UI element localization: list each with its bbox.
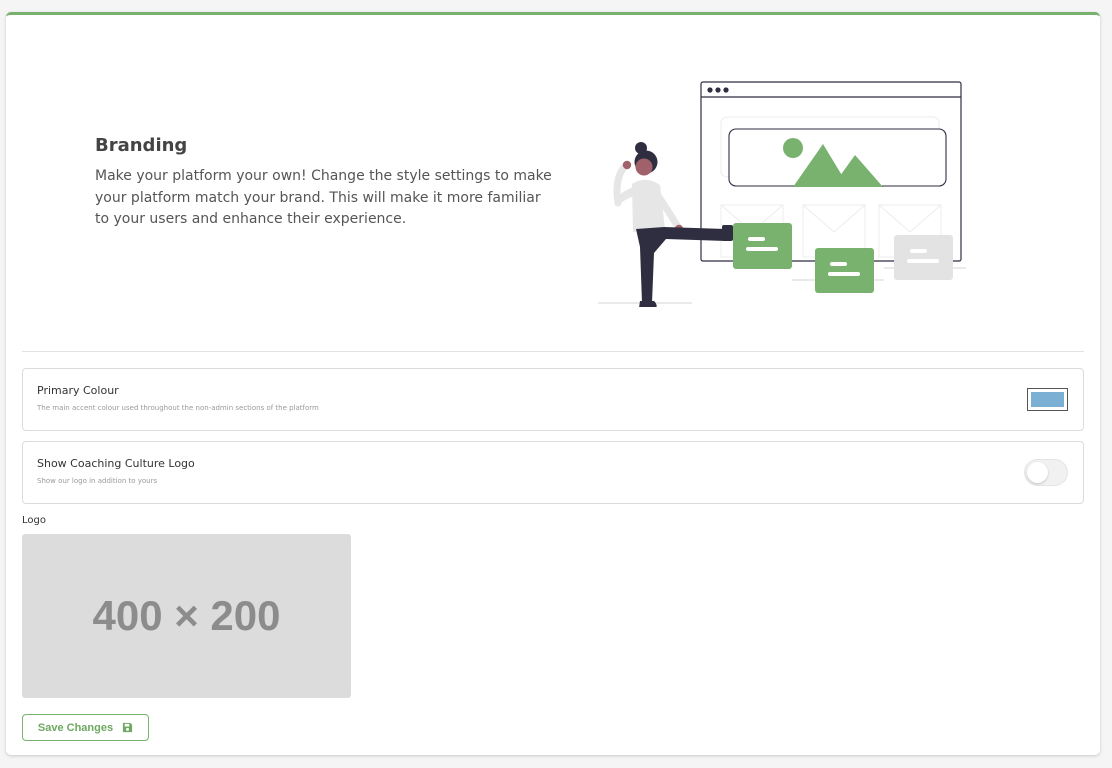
show-logo-subtitle: Show our logo in addition to yours <box>37 477 158 485</box>
logo-upload[interactable]: 400 × 200 <box>22 534 351 698</box>
section-divider <box>22 351 1084 352</box>
page-description: Make your platform your own! Change the … <box>95 168 552 227</box>
save-button-label: Save Changes <box>37 721 114 734</box>
logo-placeholder: 400 × 200 <box>92 592 281 639</box>
branding-card: Branding Make your platform your own! Ch… <box>6 12 1100 755</box>
primary-colour-picker[interactable] <box>1027 388 1068 411</box>
show-logo-setting: Show Coaching Culture Logo Show our logo… <box>22 441 1084 504</box>
show-logo-title: Show Coaching Culture Logo <box>37 457 195 470</box>
primary-colour-subtitle: The main accent colour used throughout t… <box>37 404 319 412</box>
hero-text: Branding Make your platform your own! Ch… <box>95 135 555 231</box>
branding-illustration-icon <box>598 81 966 307</box>
floppy-disk-icon <box>123 722 133 733</box>
primary-colour-setting: Primary Colour The main accent colour us… <box>22 368 1084 431</box>
primary-colour-title: Primary Colour <box>37 384 119 397</box>
logo-label: Logo <box>22 515 46 526</box>
save-button[interactable]: Save Changes <box>22 714 149 741</box>
toggle-knob <box>1027 462 1048 483</box>
colour-swatch <box>1031 392 1064 407</box>
page-title: Branding <box>95 135 188 156</box>
show-logo-toggle[interactable] <box>1024 459 1068 486</box>
